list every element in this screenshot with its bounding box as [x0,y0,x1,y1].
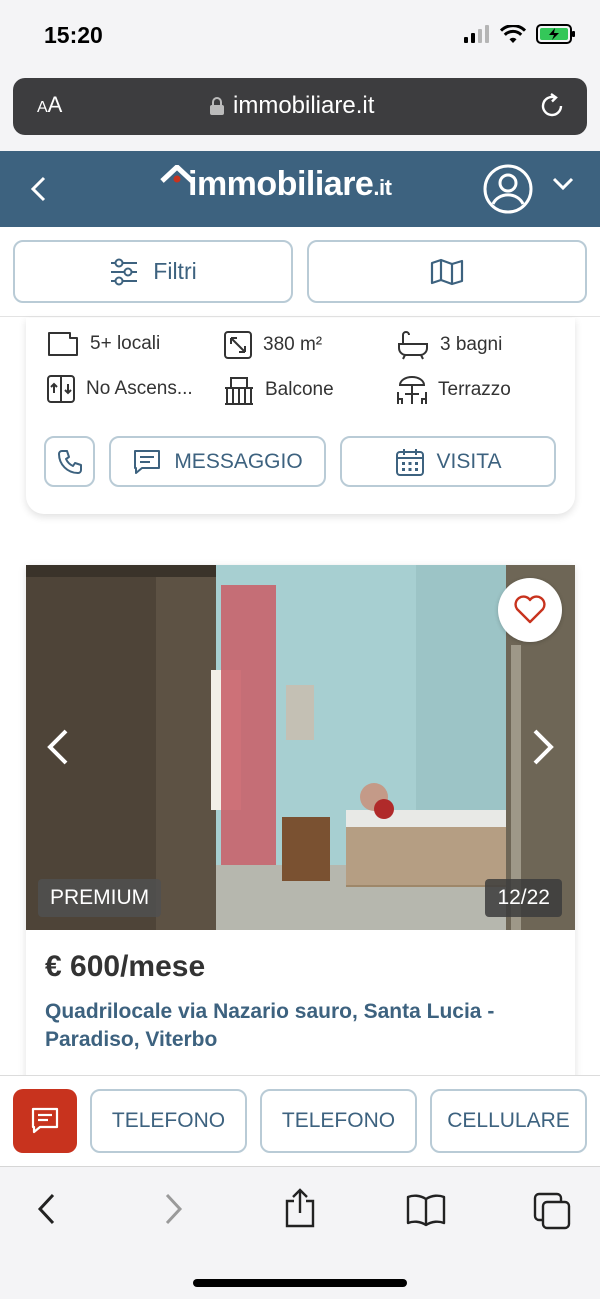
url-display[interactable]: immobiliare.it [209,92,374,120]
photo-next-button[interactable] [529,727,557,772]
phone-button-1[interactable]: TELEFONO [90,1089,247,1153]
wifi-icon [500,24,526,43]
book-icon [406,1194,446,1227]
area-icon [224,331,252,359]
user-account-button[interactable] [482,163,534,220]
url-text: immobiliare.it [233,92,375,119]
phone-icon [57,449,82,474]
logo-house-icon [160,165,194,183]
tabs-icon [533,1192,571,1230]
phone-button-2[interactable]: TELEFONO [260,1089,417,1153]
address-bar[interactable]: AA immobiliare.it [13,78,587,135]
reload-button[interactable] [537,91,567,126]
reload-icon [541,93,563,117]
message-icon [31,1107,59,1134]
rooms-icon [48,332,78,356]
signal-icon [464,25,489,43]
map-button[interactable] [307,240,587,303]
listing-card[interactable]: PREMIUM 12/22 € 600/mese Quadrilocale vi… [26,565,575,1085]
chevron-left-icon [47,729,68,765]
elevator-icon [47,375,75,403]
filters-button[interactable]: Filtri [13,240,293,303]
card-actions: MESSAGGIO VISITA [44,436,556,487]
premium-badge: PREMIUM [38,879,162,917]
bookmarks-button[interactable] [405,1193,447,1232]
back-button[interactable] [28,175,48,208]
listing-photo[interactable]: PREMIUM 12/22 [26,565,575,930]
tabs-button[interactable] [532,1191,572,1236]
lock-icon [210,97,224,115]
feature-area: 380 m² [223,330,322,360]
chevron-left-icon [30,176,46,202]
heart-icon [514,595,546,624]
call-button[interactable] [44,436,95,487]
user-icon [483,164,533,214]
chevron-down-icon [552,177,574,191]
sliders-icon [111,258,138,285]
status-bar: 15:20 [0,0,600,70]
filter-bar: Filtri [0,227,600,317]
mobile-button[interactable]: CELLULARE [430,1089,587,1153]
home-indicator [193,1279,407,1287]
map-icon [430,258,464,285]
feature-terrace: Terrazzo [396,374,511,406]
visit-label: VISITA [436,449,502,473]
balcony-icon [225,377,253,405]
message-button[interactable]: MESSAGGIO [109,436,326,487]
message-label: MESSAGGIO [174,449,303,473]
browser-toolbar [0,1166,600,1299]
favorite-button[interactable] [498,578,562,642]
terrace-icon [397,376,427,404]
room-photo [26,565,575,930]
bathtub-icon [398,331,428,360]
message-icon [134,449,161,474]
listing-card-previous: 5+ locali 380 m² 3 bagni No Ascens... Ba… [26,318,575,514]
site-logo[interactable]: immobiliare.it [160,165,392,204]
feature-rooms: 5+ locali [46,330,160,358]
user-menu-toggle[interactable] [552,177,574,196]
chat-button[interactable] [13,1089,77,1153]
photo-prev-button[interactable] [44,727,72,772]
status-icons [464,24,576,44]
feature-balcony: Balcone [223,374,334,406]
battery-icon [536,24,575,44]
chevron-right-icon [165,1193,183,1225]
feature-bathrooms: 3 bagni [396,330,502,360]
visit-button[interactable]: VISITA [340,436,556,487]
feature-elevator: No Ascens... [46,374,193,404]
browser-forward-button[interactable] [162,1191,186,1232]
chevron-right-icon [533,729,554,765]
share-icon [285,1188,315,1228]
chevron-left-icon [37,1193,55,1225]
site-header: immobiliare.it [0,151,600,227]
browser-address-area: AA immobiliare.it [0,70,600,151]
filters-label: Filtri [153,258,197,284]
contact-bar: TELEFONO TELEFONO CELLULARE [0,1075,600,1166]
status-time: 15:20 [44,22,103,48]
calendar-icon [395,448,424,476]
browser-back-button[interactable] [34,1191,58,1232]
photo-counter: 12/22 [485,879,562,917]
listing-title[interactable]: Quadrilocale via Nazario sauro, Santa Lu… [45,998,555,1054]
listing-price: € 600/mese [45,950,206,983]
text-size-button[interactable]: AA [37,92,62,118]
share-button[interactable] [282,1187,318,1234]
